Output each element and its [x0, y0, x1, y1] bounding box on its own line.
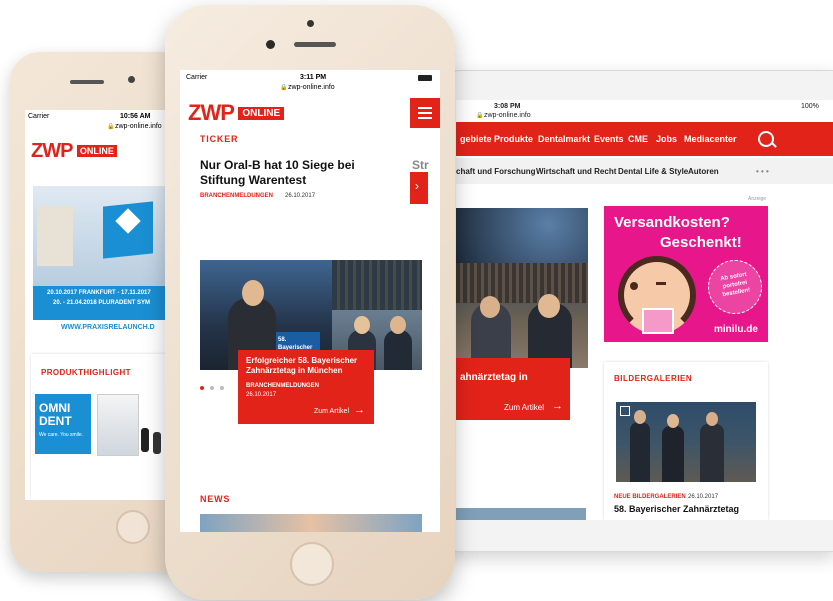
subnav-item-forschung[interactable]: chaft und Forschung	[456, 167, 536, 176]
ad-sticker-text: Ab sofort portofrei bestellen!	[719, 271, 751, 299]
gallery-category: NEUE BILDERGALERIEN	[614, 494, 686, 500]
search-icon-handle	[771, 142, 777, 148]
tablet-card-link[interactable]: Zum Artikel	[504, 403, 544, 412]
tablet-hero-image[interactable]	[456, 208, 588, 368]
tablet-url: zwp-online.info	[484, 112, 531, 119]
gallery-date: 26.10.2017	[688, 494, 719, 500]
chevron-right-icon: ›	[415, 179, 419, 193]
logo-badge: ONLINE	[76, 145, 117, 157]
more-icon[interactable]: • • •	[756, 167, 769, 176]
card-category: BRANCHENMELDUNGEN	[246, 383, 319, 389]
center-logo[interactable]: ZWP ONLINE	[188, 100, 285, 126]
gift-box	[642, 308, 674, 334]
gallery-image[interactable]	[616, 402, 756, 482]
ticker-date: 26.10.2017	[285, 193, 316, 199]
ticker-label: TICKER	[200, 134, 239, 144]
card-headline: Erfolgreicher 58. Bayerischer Zahnärztet…	[246, 356, 358, 375]
center-article-card[interactable]: Erfolgreicher 58. Bayerischer Zahnärztet…	[238, 350, 374, 424]
tablet-article-card[interactable]: ahnärztetag in Zum Artikel →	[456, 358, 570, 420]
gallery-title: BILDERGALERIEN	[614, 374, 693, 383]
center-phone-camera	[266, 40, 275, 49]
tablet-time: 3:08 PM	[494, 103, 521, 110]
left-phone-screen: Carrier 10:56 AM 🔒 zwp-online.info ZWP O…	[25, 110, 173, 500]
nav-item-events[interactable]: Events	[594, 134, 624, 144]
subnav-item-recht[interactable]: Wirtschaft und Recht	[536, 167, 616, 176]
center-carrier: Carrier	[186, 74, 208, 81]
center-phone-screen: Carrier 3:11 PM 🔒 zwp-online.info ZWP ON…	[180, 70, 440, 532]
gallery-headline[interactable]: 58. Bayerischer Zahnärztetag	[614, 504, 739, 514]
lock-icon: 🔒	[107, 124, 115, 130]
nav-item-produkte[interactable]: Produkte	[494, 134, 533, 144]
tablet-subnav: chaft und Forschung Wirtschaft und Recht…	[456, 158, 833, 184]
banner-url[interactable]: WWW.PRAXISRELAUNCH.D	[61, 324, 155, 331]
logo-badge: ONLINE	[238, 107, 285, 120]
lock-icon: 🔒	[476, 113, 484, 119]
center-phone-home-button[interactable]	[290, 542, 334, 586]
gallery-box: BILDERGALERIEN NEUE BILDERGALERIEN 26.10…	[604, 362, 768, 520]
product-image[interactable]	[97, 394, 139, 456]
battery-icon	[418, 75, 432, 81]
carousel-dots[interactable]	[200, 386, 230, 392]
tablet-nav-bar: gebiete Produkte Dentalmarkt Events CME …	[456, 122, 833, 156]
menu-button[interactable]	[410, 98, 440, 128]
ad-title-line1: Versandkosten?	[614, 214, 730, 231]
ad-sticker: Ab sofort portofrei bestellen!	[708, 260, 762, 314]
product-tagline: We care. You smile.	[39, 432, 84, 438]
left-phone-camera	[128, 76, 135, 83]
left-logo[interactable]: ZWP ONLINE	[31, 140, 117, 162]
ticker-next-peek: Str	[412, 158, 429, 172]
ticker-headline[interactable]: Nur Oral-B hat 10 Siege bei Stiftung War…	[200, 158, 390, 188]
tablet-card-headline: ahnärztetag in	[460, 372, 528, 383]
tablet-lower-image	[456, 508, 586, 520]
news-image[interactable]	[200, 514, 422, 532]
lock-icon: 🔒	[280, 85, 288, 91]
omnident-logo[interactable]: OMNI DENT We care. You smile.	[35, 394, 91, 454]
left-phone-home-button[interactable]	[116, 510, 150, 544]
nav-item-gebiete[interactable]: gebiete	[460, 134, 492, 144]
news-label: NEWS	[200, 494, 231, 504]
card-link[interactable]: Zum Artikel	[314, 408, 349, 415]
banner-line2: 20. - 21.04.2018 PLURADENT SYM	[53, 300, 151, 306]
left-url: zwp-online.info	[115, 123, 162, 130]
ticker-category: BRANCHENMELDUNGEN	[200, 193, 273, 199]
ad-brand: minilu.de	[714, 324, 758, 335]
ad-title-line2: Geschenkt!	[660, 234, 742, 251]
logo-text: ZWP	[31, 140, 73, 162]
arrow-right-icon: →	[552, 400, 563, 412]
nav-item-cme[interactable]: CME	[628, 134, 648, 144]
center-url: zwp-online.info	[288, 84, 335, 91]
banner-line1: 20.10.2017 FRANKFURT - 17.11.2017	[47, 290, 151, 296]
minilu-ad[interactable]: Versandkosten? Geschenkt! Ab sofort port…	[604, 206, 768, 342]
ticker-next-button[interactable]: ›	[410, 172, 428, 204]
tablet-screen: 3:08 PM 100% 🔒 zwp-online.info gebiete P…	[456, 100, 833, 520]
center-phone-sensor	[307, 20, 314, 27]
left-carrier: Carrier	[28, 113, 50, 120]
nav-item-jobs[interactable]: Jobs	[656, 134, 677, 144]
left-phone-speaker	[70, 80, 104, 84]
praxis-banner[interactable]: 20.10.2017 FRANKFURT - 17.11.2017 20. - …	[33, 186, 173, 320]
product-brand: OMNI DENT	[39, 401, 72, 428]
left-time: 10:56 AM	[120, 113, 151, 120]
nav-item-mediacenter[interactable]: Mediacenter	[684, 134, 737, 144]
arrow-right-icon: →	[354, 404, 365, 416]
nav-item-dentalmarkt[interactable]: Dentalmarkt	[538, 134, 590, 144]
subnav-item-lifestyle[interactable]: Dental Life & Style	[618, 167, 688, 176]
hamburger-icon	[418, 107, 432, 109]
card-date: 26.10.2017	[246, 392, 277, 398]
tablet-status-bar: 3:08 PM 100% 🔒 zwp-online.info	[456, 100, 833, 122]
product-section-title: PRODUKTHIGHLIGHT	[41, 368, 131, 377]
gallery-grid-icon	[620, 406, 630, 416]
center-phone-speaker	[294, 42, 336, 47]
tablet-battery: 100%	[801, 103, 819, 110]
subnav-item-autoren[interactable]: Autoren	[688, 167, 719, 176]
product-box: PRODUKTHIGHLIGHT OMNI DENT We care. You …	[31, 354, 173, 500]
logo-text: ZWP	[188, 100, 235, 125]
center-time: 3:11 PM	[300, 74, 327, 81]
ad-label: Anzeige	[748, 196, 767, 202]
